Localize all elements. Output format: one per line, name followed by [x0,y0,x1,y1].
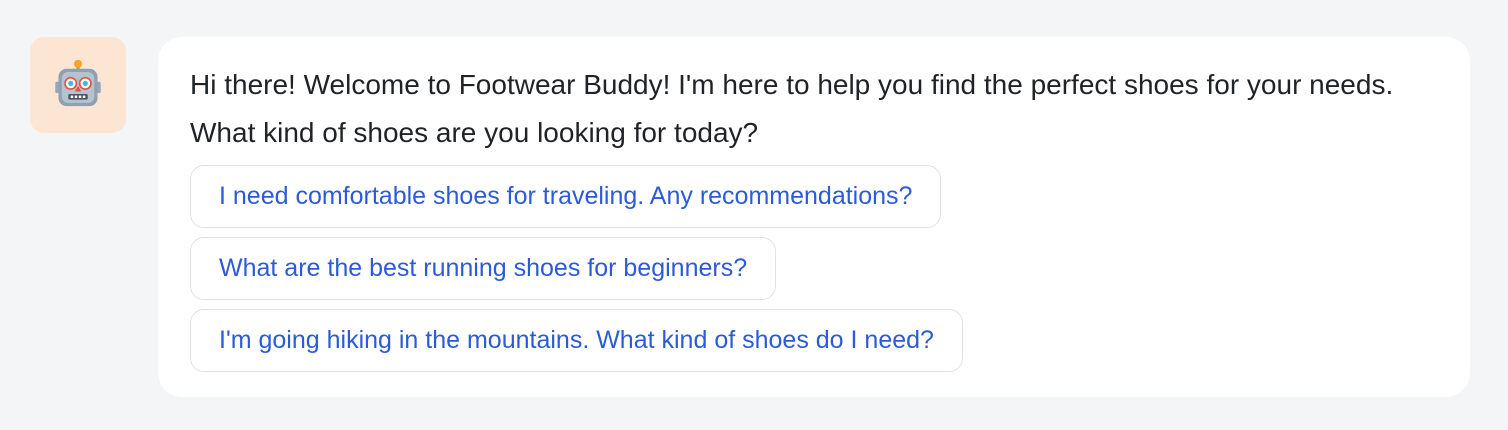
bot-avatar [30,37,126,133]
robot-face-icon [52,59,104,111]
bot-message-text: Hi there! Welcome to Footwear Buddy! I'm… [190,69,1394,148]
suggestion-button-traveling[interactable]: I need comfortable shoes for traveling. … [190,165,942,228]
suggestion-button-hiking[interactable]: I'm going hiking in the mountains. What … [190,309,963,372]
suggestion-button-running[interactable]: What are the best running shoes for begi… [190,237,777,300]
bot-message-bubble: Hi there! Welcome to Footwear Buddy! I'm… [158,37,1470,397]
